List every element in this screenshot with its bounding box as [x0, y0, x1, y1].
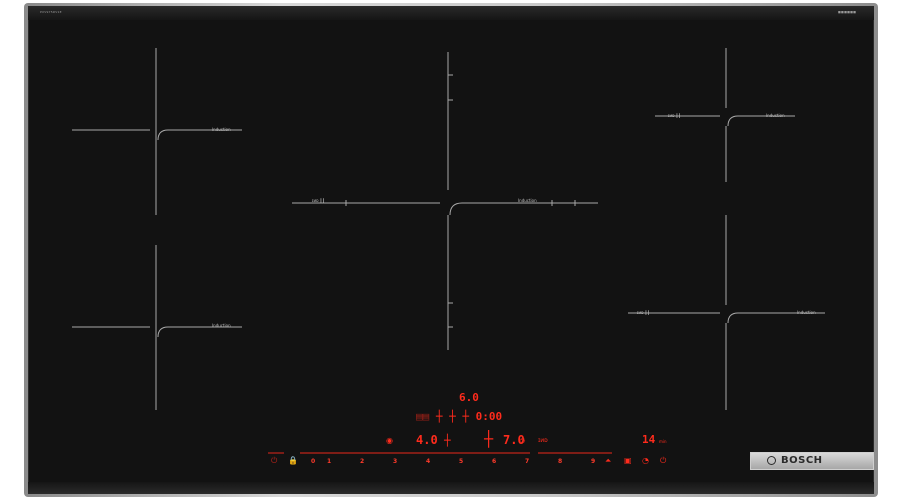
bosch-logo-icon: [767, 456, 776, 465]
slider-step[interactable]: 3: [393, 458, 397, 465]
zone-label-induction: Induction: [797, 310, 816, 315]
boost-icon[interactable]: ⏶: [605, 456, 611, 466]
bosch-badge: BOSCH: [750, 452, 874, 470]
brand-name: BOSCH: [781, 455, 823, 466]
timer-display: 14: [642, 433, 656, 446]
left-zone-plus-icon[interactable]: ┼: [444, 434, 451, 447]
slider-step[interactable]: 7: [525, 458, 529, 465]
flex-mode-icon[interactable]: ɪᴎᴅ: [538, 437, 548, 444]
zone-label-induction: Induction: [766, 113, 785, 118]
zone-label-induction: Induction: [212, 127, 231, 132]
zone-eye-icon[interactable]: ◉: [386, 436, 393, 445]
right-zone-plus-icon[interactable]: ┼: [484, 430, 493, 448]
zone-plus-icon: ┼: [435, 410, 443, 423]
zone-label-induction: Induction: [212, 323, 231, 328]
zone-select-row[interactable]: ▤▤ ┼ ┼ ┼ 0:00: [416, 410, 502, 423]
timer-icon[interactable]: ◔: [642, 456, 649, 465]
slider-step[interactable]: 6: [492, 458, 496, 465]
timer-readout: 0:00: [475, 410, 503, 423]
zone-plus-icon: ┼: [462, 410, 469, 423]
zone-label-combi: ɪᴎᴅ ┃┃: [312, 198, 325, 203]
cooking-zone-markings: [72, 48, 825, 454]
slider-step[interactable]: 0: [311, 458, 315, 465]
zone-label-combi: ɪᴎᴅ ┃┃: [637, 310, 650, 315]
zone-plus-icon: ┼: [449, 410, 456, 423]
zone-label-induction: Induction: [518, 198, 537, 203]
slider-step[interactable]: 5: [459, 458, 463, 465]
slider-step[interactable]: 4: [426, 458, 430, 465]
slider-step[interactable]: 8: [558, 458, 562, 465]
power-icon[interactable]: ⏻: [271, 456, 277, 466]
timer-unit: min: [659, 439, 667, 444]
zone-corner-marker: [157, 326, 242, 338]
zone-indicator: ▤▤: [416, 410, 430, 423]
power-level-display: 6.0: [459, 391, 479, 404]
menu-icon[interactable]: ▣: [624, 456, 632, 465]
main-switch-icon[interactable]: ⏻: [660, 456, 666, 466]
slider-step[interactable]: 9: [591, 458, 595, 465]
left-zone-level: 4.0: [416, 433, 438, 447]
zone-corner-marker: [449, 202, 598, 216]
slider-step[interactable]: 2: [360, 458, 364, 465]
clock-icon: ◷: [520, 437, 526, 444]
zone-label-combi: ɪᴎᴅ ┃┃: [668, 113, 681, 118]
childlock-icon[interactable]: 🔒: [288, 456, 298, 465]
slider-step[interactable]: 1: [327, 458, 331, 465]
